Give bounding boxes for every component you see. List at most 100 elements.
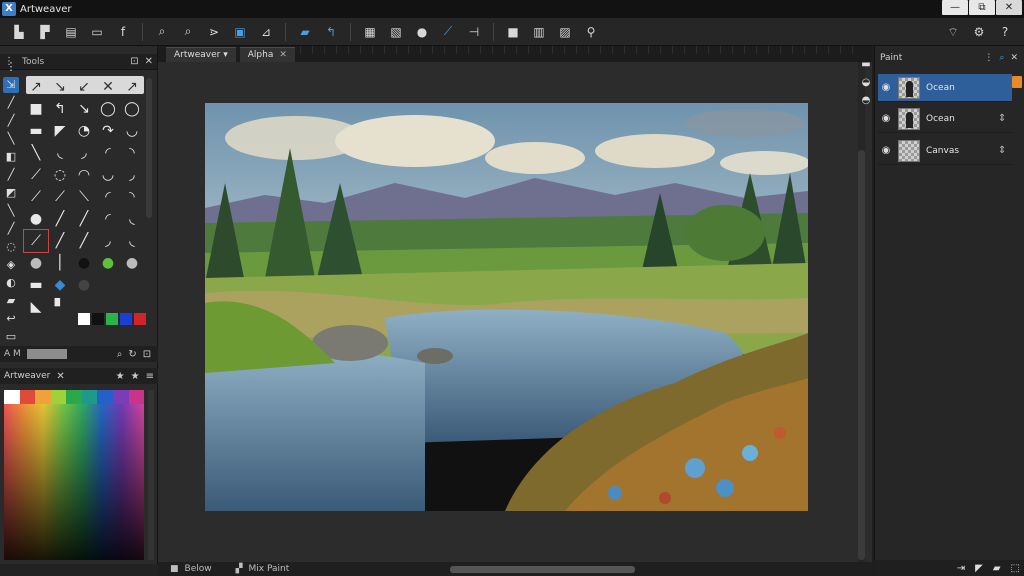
brush-preset[interactable]: ◔ [72,120,96,142]
help-icon[interactable]: ? [997,24,1013,40]
brush-preset[interactable]: ╱ [72,208,96,230]
swatch-red[interactable] [134,313,146,325]
fill-tool-icon[interactable]: ◧ [3,149,19,165]
brush-preset[interactable]: ╱ [48,230,72,252]
brush-preset[interactable]: ◟ [120,208,144,230]
layer-options-button[interactable] [1012,76,1022,88]
layer-icon[interactable]: ▦ [362,24,378,40]
rotate-icon[interactable]: ↻ [128,349,136,360]
brush-preset[interactable]: ⟋ [24,186,48,208]
brush-preset[interactable]: ◝ [120,142,144,164]
brush-preset[interactable]: ◜ [96,142,120,164]
transform-icon[interactable]: ⊣ [466,24,482,40]
brush-preset[interactable]: ◝ [120,186,144,208]
swatch-white[interactable] [78,313,90,325]
zoom-icon[interactable]: ⌕ [117,349,123,360]
brush-icon[interactable]: ⟋ [440,24,456,40]
brush-preset[interactable]: ◤ [48,120,72,142]
tab-alpha[interactable]: Alpha ✕ [239,47,295,62]
swatch-green[interactable] [106,313,118,325]
layer-row[interactable]: ◉ Canvas ⇕ [878,137,1012,165]
brush-preset[interactable]: ▬ [24,120,48,142]
brush-preset[interactable]: ↗ [120,76,144,98]
restore-button[interactable]: ⧉ [969,0,995,15]
brush-preset[interactable]: ▘ [48,296,72,318]
brush-preset[interactable]: ↘ [48,76,72,98]
brush-preset[interactable]: ◞ [72,142,96,164]
brush-preset[interactable]: ╱ [72,230,96,252]
color-palette[interactable] [4,390,144,560]
brush-preset[interactable]: ◠ [72,164,96,186]
brush-preset[interactable]: ◟ [48,142,72,164]
brush-preset[interactable]: │ [48,252,72,274]
tab-artweaver[interactable]: Artweaver ▾ [166,47,236,62]
brush-preset[interactable]: ↰ [48,98,72,120]
brush-preset[interactable]: ◣ [24,296,48,318]
brush-preset[interactable]: ▬ [24,274,48,296]
visibility-eye-icon[interactable]: ◉ [878,113,894,124]
clone-tool-icon[interactable]: ◌ [3,239,19,255]
tab-close-icon[interactable]: ✕ [279,50,287,60]
canvas-horizontal-scrollbar[interactable] [450,566,635,573]
channel-side-icon[interactable]: ◓ [859,94,873,108]
close-icon[interactable]: ✕ [1010,53,1018,63]
menu-icon[interactable]: ≡ [146,371,154,382]
visibility-eye-icon[interactable]: ◉ [878,82,894,93]
brush-preset[interactable]: ↷ [96,120,120,142]
brush-preset[interactable]: ● [96,252,120,274]
pen-tool-icon[interactable]: ╱ [3,95,19,111]
brush-preset[interactable]: ◡ [96,164,120,186]
brush-preset[interactable]: ● [72,274,96,296]
layer-move-icon[interactable]: ⇕ [998,113,1012,124]
star-icon[interactable]: ★ [131,371,140,382]
plugin-icon[interactable]: ⚲ [583,24,599,40]
palette-cell[interactable] [128,390,145,404]
new-layer-icon[interactable]: ⇥ [957,563,965,574]
brush-preset[interactable]: ◜ [96,186,120,208]
frame-icon[interactable]: ▥ [531,24,547,40]
print-icon[interactable]: ▭ [89,24,105,40]
brush-preset-selected[interactable]: ⟋ [23,229,49,253]
pencil-tool-icon[interactable]: ╱ [3,113,19,129]
brush-preset[interactable]: ◆ [48,274,72,296]
brush-preset[interactable]: ◞ [120,164,144,186]
text-tool-icon[interactable]: ▰ [3,293,19,309]
navigator-slider[interactable] [26,349,67,359]
canvas-vertical-scrollbar[interactable] [858,150,865,560]
dropper-tool-icon[interactable]: ╱ [3,221,19,237]
layer-row[interactable]: ◉ Ocean [878,74,1012,102]
save-icon[interactable]: ▤ [63,24,79,40]
close-icon[interactable]: ✕ [145,56,153,67]
new-file-icon[interactable]: ▙ [11,24,27,40]
brush-tool-icon[interactable]: ╱ [3,167,19,183]
brush-preset[interactable] [120,274,144,296]
palette-cell[interactable] [81,390,98,404]
wifi-icon[interactable]: ⌔ [945,24,961,40]
select-tool-icon[interactable]: ⇲ [3,77,19,93]
palette-cell[interactable] [50,390,67,404]
brush-preset[interactable]: ■ [24,98,48,120]
brush-preset[interactable]: ◯ [120,98,144,120]
gradient-tool-icon[interactable]: ◈ [3,257,19,273]
brush-preset[interactable]: ⟍ [72,186,96,208]
redo-icon[interactable]: ↰ [323,24,339,40]
brush-preset[interactable]: ◞ [96,230,120,252]
palette-cell[interactable] [4,390,20,404]
shape-tool-icon[interactable]: ◐ [3,275,19,291]
zoom-tool-icon[interactable]: ▭ [3,329,19,345]
mask-icon[interactable]: ▧ [388,24,404,40]
settings-icon[interactable]: ⚙ [971,24,987,40]
zoom-in-icon[interactable]: ⌕ [154,24,170,40]
palette-scrollbar[interactable] [148,390,154,560]
palette-cell[interactable] [35,390,51,404]
palette-cell[interactable] [97,390,113,404]
brush-scrollbar[interactable] [146,78,152,218]
crop-tool-icon[interactable]: ╲ [3,131,19,147]
status-mix-paint[interactable]: ▞ Mix Paint [236,564,290,574]
star-icon[interactable]: ★ [116,371,125,382]
brush-preset[interactable]: ⟋ [24,164,48,186]
more-tools-icon[interactable]: ⋮ [3,59,19,75]
hand-tool-icon[interactable]: ↩ [3,311,19,327]
palette-cell[interactable] [19,390,36,404]
brush-preset[interactable]: ◜ [96,208,120,230]
